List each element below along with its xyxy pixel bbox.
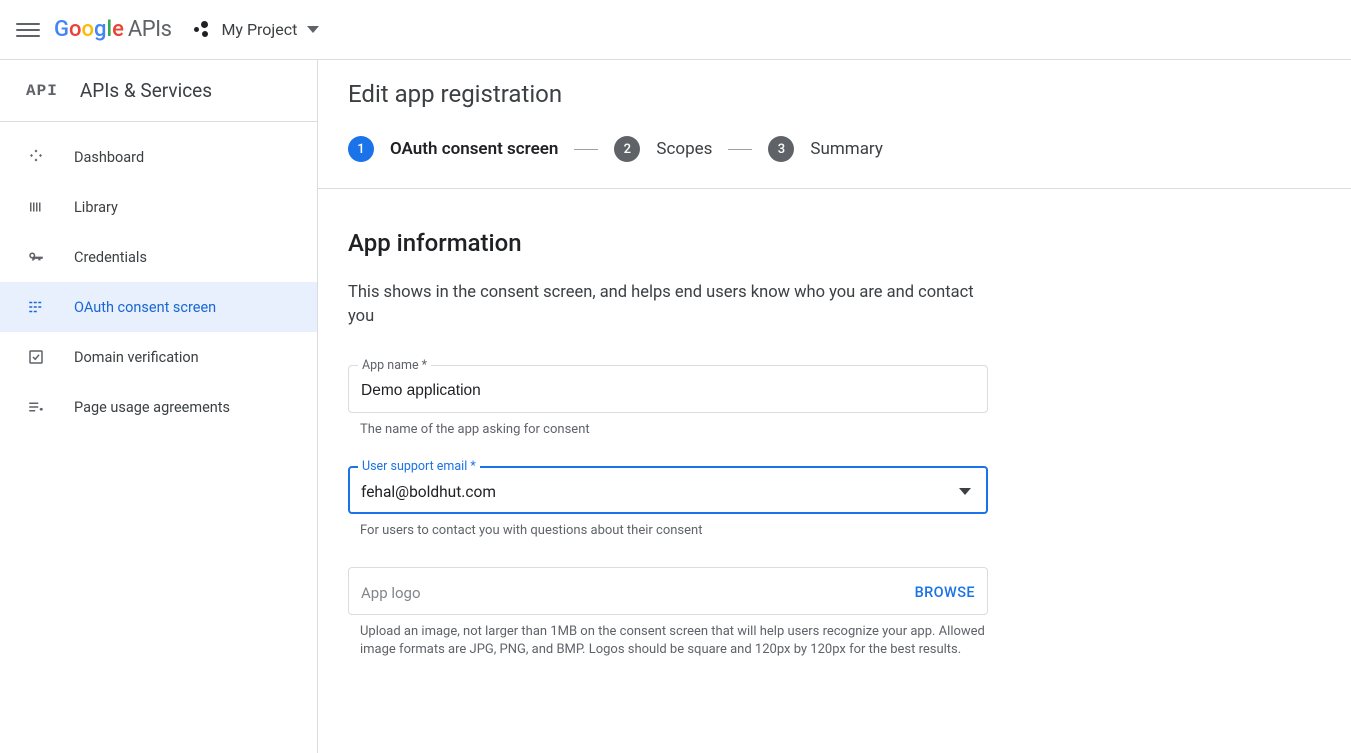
app-logo-helper: Upload an image, not larger than 1MB on … xyxy=(360,623,988,661)
app-name-helper: The name of the app asking for consent xyxy=(360,421,988,440)
nav: Dashboard Library Credentials OAuth cons… xyxy=(0,122,317,432)
sidebar-title: APIs & Services xyxy=(80,79,212,102)
sidebar-item-domain-verification[interactable]: Domain verification xyxy=(0,332,317,382)
sidebar-item-page-usage[interactable]: Page usage agreements xyxy=(0,382,317,432)
app-logo-placeholder: App logo xyxy=(361,584,421,602)
step-number: 1 xyxy=(348,136,374,162)
dashboard-icon xyxy=(26,147,46,167)
key-icon xyxy=(26,247,46,267)
step-oauth-consent[interactable]: 1 OAuth consent screen xyxy=(348,136,558,162)
project-name: My Project xyxy=(221,20,297,39)
library-icon xyxy=(26,197,46,217)
step-separator xyxy=(574,149,598,150)
sidebar: API APIs & Services Dashboard Library xyxy=(0,60,318,753)
stepper: 1 OAuth consent screen 2 Scopes 3 Summar… xyxy=(318,108,1351,189)
app-name-input[interactable] xyxy=(348,365,988,413)
support-email-field: User support email * fehal@boldhut.com xyxy=(348,466,988,514)
step-summary[interactable]: 3 Summary xyxy=(768,136,882,162)
step-label: Summary xyxy=(810,139,882,159)
field-label: App name * xyxy=(358,358,431,373)
app-name-field: App name * xyxy=(348,365,988,413)
menu-icon[interactable] xyxy=(16,18,40,42)
step-number: 2 xyxy=(614,136,640,162)
chevron-down-icon xyxy=(959,488,971,495)
browse-button[interactable]: BROWSE xyxy=(915,584,975,601)
page-title: Edit app registration xyxy=(348,80,1321,108)
api-badge: API xyxy=(26,82,58,100)
sidebar-item-dashboard[interactable]: Dashboard xyxy=(0,132,317,182)
support-email-helper: For users to contact you with questions … xyxy=(360,522,988,541)
chevron-down-icon xyxy=(307,26,319,33)
sidebar-header: API APIs & Services xyxy=(0,60,317,122)
step-separator xyxy=(728,149,752,150)
step-scopes[interactable]: 2 Scopes xyxy=(614,136,712,162)
project-icon xyxy=(193,21,211,39)
sidebar-item-label: OAuth consent screen xyxy=(74,299,216,316)
step-label: Scopes xyxy=(656,139,712,159)
project-picker[interactable]: My Project xyxy=(193,20,319,39)
sidebar-item-label: Library xyxy=(74,199,118,216)
sidebar-item-oauth-consent[interactable]: OAuth consent screen xyxy=(0,282,317,332)
section-description: This shows in the consent screen, and he… xyxy=(348,281,988,329)
sidebar-item-label: Credentials xyxy=(74,249,147,266)
logo-suffix: APIs xyxy=(128,17,172,42)
header: Google APIs My Project xyxy=(0,0,1351,60)
step-number: 3 xyxy=(768,136,794,162)
step-label: OAuth consent screen xyxy=(390,139,558,159)
select-value: fehal@boldhut.com xyxy=(361,483,496,501)
main: Edit app registration 1 OAuth consent sc… xyxy=(318,60,1351,753)
check-box-icon xyxy=(26,347,46,367)
google-apis-logo[interactable]: Google APIs xyxy=(54,17,171,42)
sidebar-item-label: Domain verification xyxy=(74,349,199,366)
settings-list-icon xyxy=(26,397,46,417)
section-title: App information xyxy=(348,229,1308,257)
sidebar-item-label: Dashboard xyxy=(74,149,144,166)
sidebar-item-credentials[interactable]: Credentials xyxy=(0,232,317,282)
app-logo-field: App logo BROWSE xyxy=(348,567,988,615)
sidebar-item-label: Page usage agreements xyxy=(74,399,230,416)
sidebar-item-library[interactable]: Library xyxy=(0,182,317,232)
consent-icon xyxy=(26,297,46,317)
field-label: User support email * xyxy=(358,459,480,474)
